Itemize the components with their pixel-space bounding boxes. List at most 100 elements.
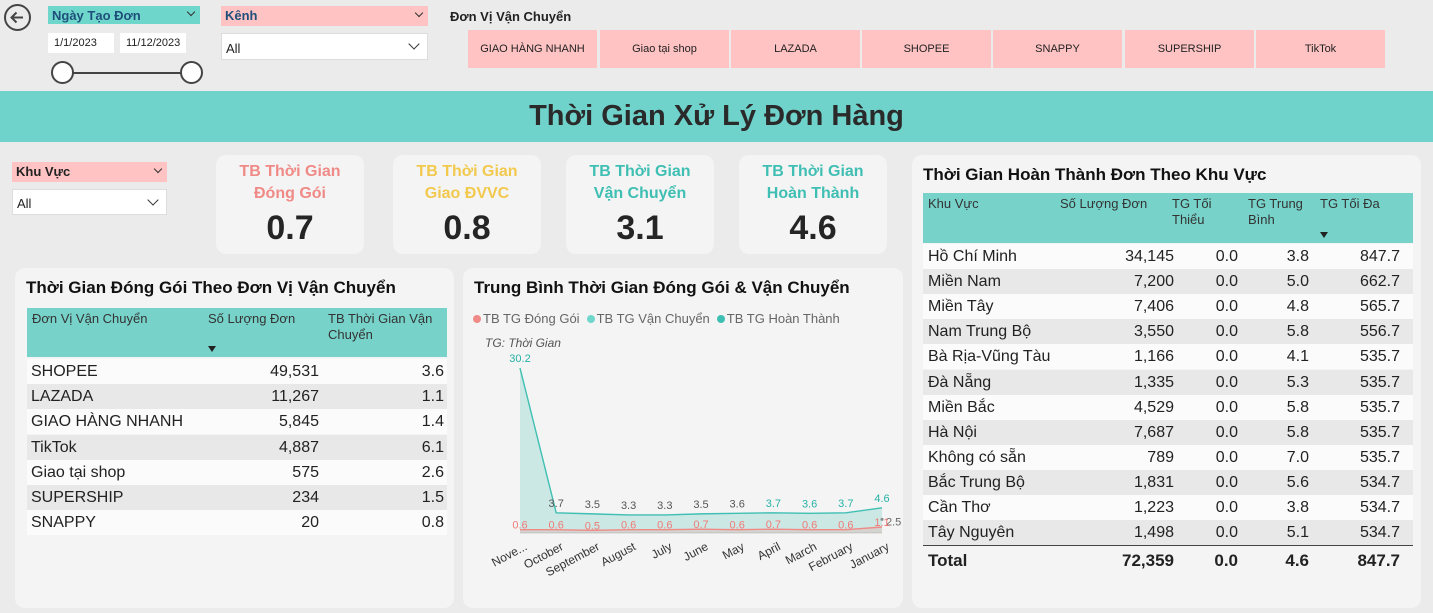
table-row[interactable]: GIAO HÀNG NHANH 5,845 1.4 <box>27 409 447 435</box>
kpi-label: TB Thời Gian Hoàn Thành <box>762 163 864 202</box>
table-row[interactable]: TikTok 4,887 6.1 <box>27 434 447 460</box>
cell-orders: 1,166 <box>1133 348 1174 366</box>
cell-avg: 5.3 <box>1286 373 1309 391</box>
table-row[interactable]: SUPERSHIP 234 1.5 <box>27 485 447 510</box>
chevron-down-icon[interactable] <box>153 164 163 174</box>
table-row[interactable]: Cần Thơ 1,223 0.0 3.8 534.7 <box>923 495 1413 520</box>
cell-min: 0.0 <box>1215 423 1238 441</box>
cell-max: 535.7 <box>1359 348 1400 366</box>
x-tick-label: June <box>681 539 711 564</box>
cell-max: 534.7 <box>1359 473 1400 491</box>
carrier-button[interactable]: TikTok <box>1256 30 1385 68</box>
date-start-input[interactable]: 1/1/2023 <box>48 33 114 53</box>
chevron-down-icon[interactable] <box>414 8 424 18</box>
cell-orders: 1,335 <box>1133 373 1174 391</box>
data-label: 0.6 <box>512 520 527 532</box>
kpi-label: TB Thời Gian Giao ĐVVC <box>416 163 518 202</box>
channel-dropdown[interactable]: All <box>221 33 428 60</box>
cell-avg-time: 1.1 <box>421 388 444 406</box>
kpi-card: TB Thời Gian Vận Chuyển 3.1 <box>566 155 714 254</box>
data-label: 30.2 <box>509 353 530 365</box>
cell-avg: 4.8 <box>1286 298 1309 316</box>
cell-avg: 5.8 <box>1286 323 1309 341</box>
table-row[interactable]: Nam Trung Bộ 3,550 0.0 5.8 556.7 <box>923 319 1413 345</box>
column-header[interactable]: TG Tối Thiểu <box>1167 193 1243 243</box>
cell-carrier: Giao tại shop <box>31 463 126 481</box>
cell-region: Miền Tây <box>928 298 994 316</box>
column-header[interactable]: Đơn Vị Vận Chuyển <box>27 308 203 357</box>
kpi-value: 0.7 <box>266 209 314 247</box>
table-row[interactable]: Miền Bắc 4,529 0.0 5.8 535.7 <box>923 394 1413 420</box>
cell-max: 535.7 <box>1359 448 1400 466</box>
carrier-button[interactable]: GIAO HÀNG NHANH <box>468 30 597 68</box>
cell-region: Cần Thơ <box>928 499 991 516</box>
table-row[interactable]: Hà Nội 7,687 0.0 5.8 535.7 <box>923 419 1413 445</box>
x-tick-label: August <box>598 539 638 569</box>
table-row[interactable]: SNAPPY 20 0.8 <box>27 510 447 536</box>
sort-desc-icon <box>208 346 216 352</box>
data-label: 0.7 <box>766 519 781 531</box>
column-header[interactable]: Số Lượng Đơn <box>1055 193 1167 243</box>
cell-max: 556.7 <box>1359 323 1400 341</box>
region-dropdown[interactable]: All <box>12 189 167 215</box>
table-row[interactable]: Bắc Trung Bộ 1,831 0.0 5.6 534.7 <box>923 469 1413 495</box>
table-row[interactable]: SHOPEE 49,531 3.6 <box>27 359 447 384</box>
data-label: 3.7 <box>549 498 564 510</box>
region-table-card: Thời Gian Hoàn Thành Đơn Theo Khu Vực Kh… <box>912 155 1421 608</box>
page-title: Thời Gian Xử Lý Đơn Hàng <box>529 100 904 132</box>
data-label: 3.5 <box>585 499 600 511</box>
cell-orders: 1,223 <box>1133 499 1174 516</box>
table-row[interactable]: Bà Rịa-Vũng Tàu 1,166 0.0 4.1 535.7 <box>923 344 1413 370</box>
kpi-label: TB Thời Gian Vận Chuyển <box>589 163 691 202</box>
cell-avg: 3.8 <box>1286 499 1309 516</box>
column-header[interactable]: TG Tối Đa <box>1315 193 1413 243</box>
date-range-track <box>62 72 192 74</box>
cell-region: Bà Rịa-Vũng Tàu <box>928 348 1051 366</box>
kpi-card: TB Thời Gian Hoàn Thành 4.6 <box>739 155 887 254</box>
date-range-end-handle[interactable] <box>180 61 203 84</box>
back-button[interactable] <box>4 4 31 31</box>
cell-orders: 5,845 <box>278 413 319 431</box>
cell-orders: 7,200 <box>1133 273 1174 291</box>
table-row[interactable]: Tây Nguyên 1,498 0.0 5.1 534.7 <box>923 520 1413 546</box>
region-slicer-label: Khu Vực <box>12 162 167 182</box>
column-header[interactable]: TG Trung Bình <box>1243 193 1315 243</box>
table-row[interactable]: Miền Nam 7,200 0.0 5.0 662.7 <box>923 269 1413 295</box>
table-row[interactable]: LAZADA 11,267 1.1 <box>27 384 447 410</box>
carrier-button[interactable]: SNAPPY <box>993 30 1122 68</box>
carrier-table-card: Thời Gian Đóng Gói Theo Đơn Vị Vận Chuyể… <box>15 268 454 608</box>
cell-avg: 7.0 <box>1286 448 1309 466</box>
cell-min: 0.0 <box>1215 248 1238 265</box>
cell-orders: 1,498 <box>1133 524 1174 542</box>
kpi-card: TB Thời Gian Đóng Gói 0.7 <box>216 155 364 254</box>
data-label: 3.6 <box>730 498 745 510</box>
column-header[interactable]: Khu Vực <box>923 193 1055 243</box>
data-label: 0.6 <box>730 520 745 532</box>
table-row[interactable]: Hồ Chí Minh 34,145 0.0 3.8 847.7 <box>923 244 1413 269</box>
cell-carrier: TikTok <box>31 438 77 456</box>
table-row[interactable]: Giao tại shop 575 2.6 <box>27 459 447 485</box>
table-row[interactable]: Đà Nẵng 1,335 0.0 5.3 535.7 <box>923 369 1413 395</box>
date-range-start-handle[interactable] <box>51 61 74 84</box>
arrow-left-icon <box>10 11 23 24</box>
chevron-down-icon[interactable] <box>186 7 196 17</box>
date-end-input[interactable]: 11/12/2023 <box>120 33 186 53</box>
table-row[interactable]: Không có sẵn 789 0.0 7.0 535.7 <box>923 444 1413 470</box>
carrier-table-header: Đơn Vị Vận Chuyển Số Lượng Đơn TB Thời G… <box>27 308 447 357</box>
column-header[interactable]: TB Thời Gian Vận Chuyển <box>323 308 447 357</box>
column-header[interactable]: Số Lượng Đơn <box>203 308 323 357</box>
carrier-button[interactable]: Giao tại shop <box>600 30 729 68</box>
cell-orders: 4,887 <box>278 438 319 456</box>
cell-region: Hà Nội <box>928 423 977 441</box>
region-table-title: Thời Gian Hoàn Thành Đơn Theo Khu Vực <box>923 165 1267 184</box>
data-label: 3.7 <box>766 498 781 510</box>
data-label: 0.6 <box>621 520 636 532</box>
cell-orders: 20 <box>301 514 319 532</box>
carrier-button[interactable]: SUPERSHIP <box>1125 30 1254 68</box>
table-row[interactable]: Miền Tây 7,406 0.0 4.8 565.7 <box>923 294 1413 320</box>
data-label: 0.7 <box>693 519 708 531</box>
cell-carrier: SHOPEE <box>31 363 98 380</box>
carrier-button[interactable]: SHOPEE <box>862 30 991 68</box>
carrier-button[interactable]: LAZADA <box>731 30 860 68</box>
cell-region: Tây Nguyên <box>928 524 1015 542</box>
